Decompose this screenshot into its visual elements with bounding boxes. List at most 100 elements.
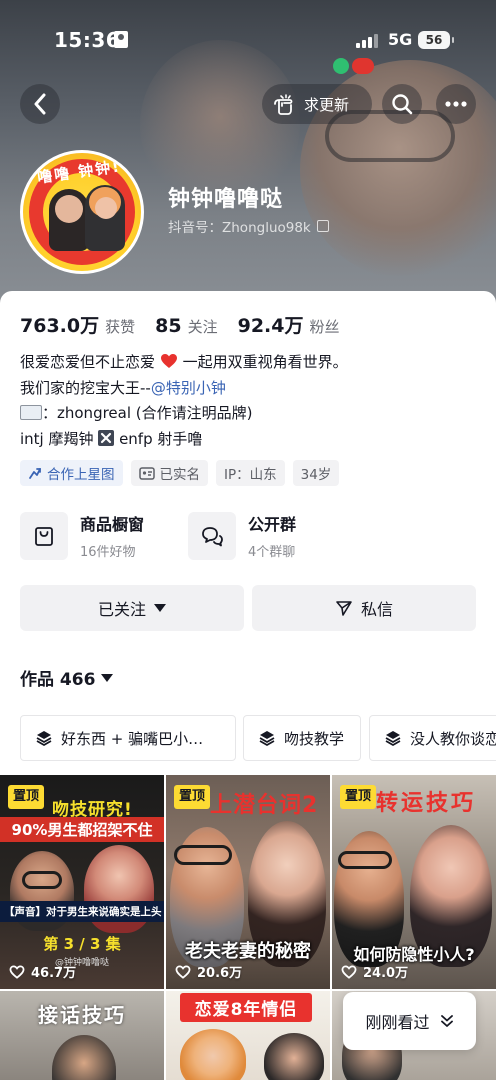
cross-icon bbox=[98, 429, 115, 446]
bio-line-2-text: 我们家的挖宝大王-- bbox=[20, 378, 151, 397]
video-episode: 第 3 / 3 集 bbox=[43, 935, 121, 953]
video-views: 24.0万 bbox=[341, 962, 408, 981]
shop-window-title: 商品橱窗 bbox=[80, 515, 145, 534]
video-glasses bbox=[338, 851, 392, 869]
layers-icon bbox=[259, 731, 275, 746]
pinned-badge: 置顶 bbox=[8, 785, 45, 809]
message-label: 私信 bbox=[360, 600, 393, 619]
copy-icon[interactable] bbox=[316, 220, 329, 232]
tag-label: 34岁 bbox=[300, 467, 332, 483]
recently-viewed-button[interactable]: 刚刚看过 bbox=[343, 992, 476, 1050]
douyin-id-text: 抖音号：Zhongluo98k bbox=[168, 220, 311, 236]
video-card[interactable]: 置顶 上潜台词2 老夫老妻的秘密 20.6万 bbox=[166, 775, 330, 989]
collection-chip[interactable]: 没人教你谈恋 bbox=[369, 715, 496, 761]
views-count: 46.7万 bbox=[31, 966, 77, 981]
shop-window-subtitle: 16件好物 bbox=[80, 545, 136, 560]
heart-icon bbox=[160, 352, 178, 368]
stat-followers[interactable]: 92.4万 粉丝 bbox=[238, 311, 340, 338]
heart-outline-icon bbox=[9, 964, 25, 979]
more-dots-icon bbox=[445, 101, 467, 107]
double-chevron-down-icon bbox=[440, 1015, 453, 1027]
avatar-person-left bbox=[49, 189, 89, 251]
pinned-badge: 置顶 bbox=[174, 785, 211, 809]
group-icon-box bbox=[188, 511, 236, 560]
video-card[interactable]: 置顶 转运技巧 如何防隐性小人? 24.0万 bbox=[332, 775, 496, 989]
views-count: 24.0万 bbox=[363, 966, 409, 981]
shop-icon-box bbox=[20, 511, 68, 560]
video-person bbox=[180, 1029, 246, 1080]
send-icon bbox=[336, 601, 352, 616]
tag-label: IP：山东 bbox=[224, 467, 277, 483]
video-card[interactable]: 恋爱8年情侣 bbox=[166, 991, 330, 1080]
dropdown-triangle-icon bbox=[154, 604, 166, 612]
heart-outline-icon bbox=[341, 964, 357, 979]
request-update-button[interactable]: 求更新 bbox=[262, 84, 372, 124]
back-button[interactable] bbox=[20, 84, 60, 124]
bio-line-3-text: ：zhongreal (合作请注明品牌) bbox=[42, 404, 253, 422]
stat-following[interactable]: 85 关注 bbox=[155, 315, 217, 337]
star-map-icon bbox=[29, 468, 41, 479]
tag-verified[interactable]: 已实名 bbox=[130, 460, 208, 486]
message-button[interactable]: 私信 bbox=[252, 585, 476, 631]
shopping-bag-icon bbox=[35, 526, 53, 546]
more-button[interactable] bbox=[436, 84, 476, 124]
video-title: 接话技巧 bbox=[38, 1003, 126, 1027]
collection-chip[interactable]: 好东西 + 骗嘴巴小… bbox=[20, 715, 236, 761]
shop-window-text: 商品橱窗 16件好物 bbox=[80, 511, 144, 560]
bio-line-4: intj 摩羯钟 enfp 射手噜 bbox=[20, 427, 480, 453]
stat-value: 763.0万 bbox=[20, 315, 100, 337]
recently-viewed-label: 刚刚看过 bbox=[365, 1013, 430, 1032]
profile-shortcuts: 商品橱窗 16件好物 公开群 4个群聊 bbox=[20, 511, 480, 563]
collection-chip[interactable]: 吻技教学 bbox=[243, 715, 361, 761]
battery-icon: 56 bbox=[418, 31, 454, 49]
bio-line-2: 我们家的挖宝大王--@特别小钟 bbox=[20, 376, 480, 402]
bio-line-1: 很爱恋爱但不止恋爱 一起用双重视角看世界。 bbox=[20, 350, 480, 376]
video-title: 恋爱8年情侣 bbox=[180, 993, 312, 1022]
video-caption: 【声音】对于男生来说确实是上头 bbox=[0, 901, 164, 922]
works-dropdown-icon bbox=[101, 673, 114, 682]
bio-mention-link[interactable]: @特别小钟 bbox=[151, 379, 226, 397]
collection-label: 吻技教学 bbox=[284, 729, 345, 748]
stat-value: 85 bbox=[155, 315, 182, 337]
views-count: 20.6万 bbox=[197, 966, 243, 981]
shop-window-entry[interactable]: 商品橱窗 16件好物 bbox=[20, 511, 144, 560]
stat-label: 粉丝 bbox=[309, 318, 340, 336]
search-button[interactable] bbox=[382, 84, 422, 124]
video-subtitle: 90%男生都招架不住 bbox=[0, 817, 164, 842]
following-label: 已关注 bbox=[97, 600, 146, 619]
person-badge-icon bbox=[114, 31, 128, 48]
works-tab[interactable]: 作品 466 bbox=[20, 665, 114, 690]
envelope-icon bbox=[20, 405, 42, 420]
status-bar: 15:36 5G 56 bbox=[0, 0, 496, 80]
stat-label: 关注 bbox=[187, 318, 218, 336]
public-group-text: 公开群 4个群聊 bbox=[248, 511, 296, 560]
hand-point-icon bbox=[274, 94, 293, 115]
public-group-entry[interactable]: 公开群 4个群聊 bbox=[188, 511, 296, 560]
profile-tags: 合作上星图 已实名 IP：山东 34岁 bbox=[20, 460, 340, 486]
stat-value: 92.4万 bbox=[237, 315, 304, 337]
request-update-label: 求更新 bbox=[304, 95, 350, 114]
video-caption: 老夫老妻的秘密 bbox=[185, 941, 311, 962]
video-person bbox=[264, 1033, 324, 1080]
tag-label: 已实名 bbox=[159, 467, 201, 483]
pinned-badge: 置顶 bbox=[340, 785, 377, 809]
chevron-left-icon bbox=[34, 93, 46, 115]
video-card[interactable]: 置顶 吻技研究! 90%男生都招架不住 【声音】对于男生来说确实是上头 第 3 … bbox=[0, 775, 164, 989]
heart-outline-icon bbox=[175, 964, 191, 979]
works-label: 作品 466 bbox=[20, 670, 96, 690]
avatar[interactable]: 噜噜 钟钟! bbox=[20, 150, 144, 274]
video-card[interactable]: 接话技巧 bbox=[0, 991, 164, 1080]
stat-likes[interactable]: 763.0万 获赞 bbox=[20, 311, 135, 338]
following-button[interactable]: 已关注 bbox=[20, 585, 244, 631]
public-group-title: 公开群 bbox=[248, 515, 297, 534]
collection-label: 好东西 + 骗嘴巴小… bbox=[61, 729, 204, 748]
bio-line-3: ：zhongreal (合作请注明品牌) bbox=[20, 401, 480, 427]
bio-line-4-start: intj 摩羯钟 bbox=[20, 429, 94, 448]
tag-star-map[interactable]: 合作上星图 bbox=[20, 460, 123, 486]
profile-douyin-id[interactable]: 抖音号：Zhongluo98k bbox=[168, 216, 329, 236]
tag-age: 34岁 bbox=[292, 460, 340, 486]
layers-icon bbox=[36, 731, 52, 746]
profile-bio: 很爱恋爱但不止恋爱 一起用双重视角看世界。 我们家的挖宝大王--@特别小钟 ：z… bbox=[20, 350, 480, 452]
profile-stats: 763.0万 获赞 85 关注 92.4万 粉丝 bbox=[20, 311, 360, 338]
profile-sheet: 763.0万 获赞 85 关注 92.4万 粉丝 很爱恋爱但不止恋爱 一起用双重… bbox=[0, 291, 496, 1080]
